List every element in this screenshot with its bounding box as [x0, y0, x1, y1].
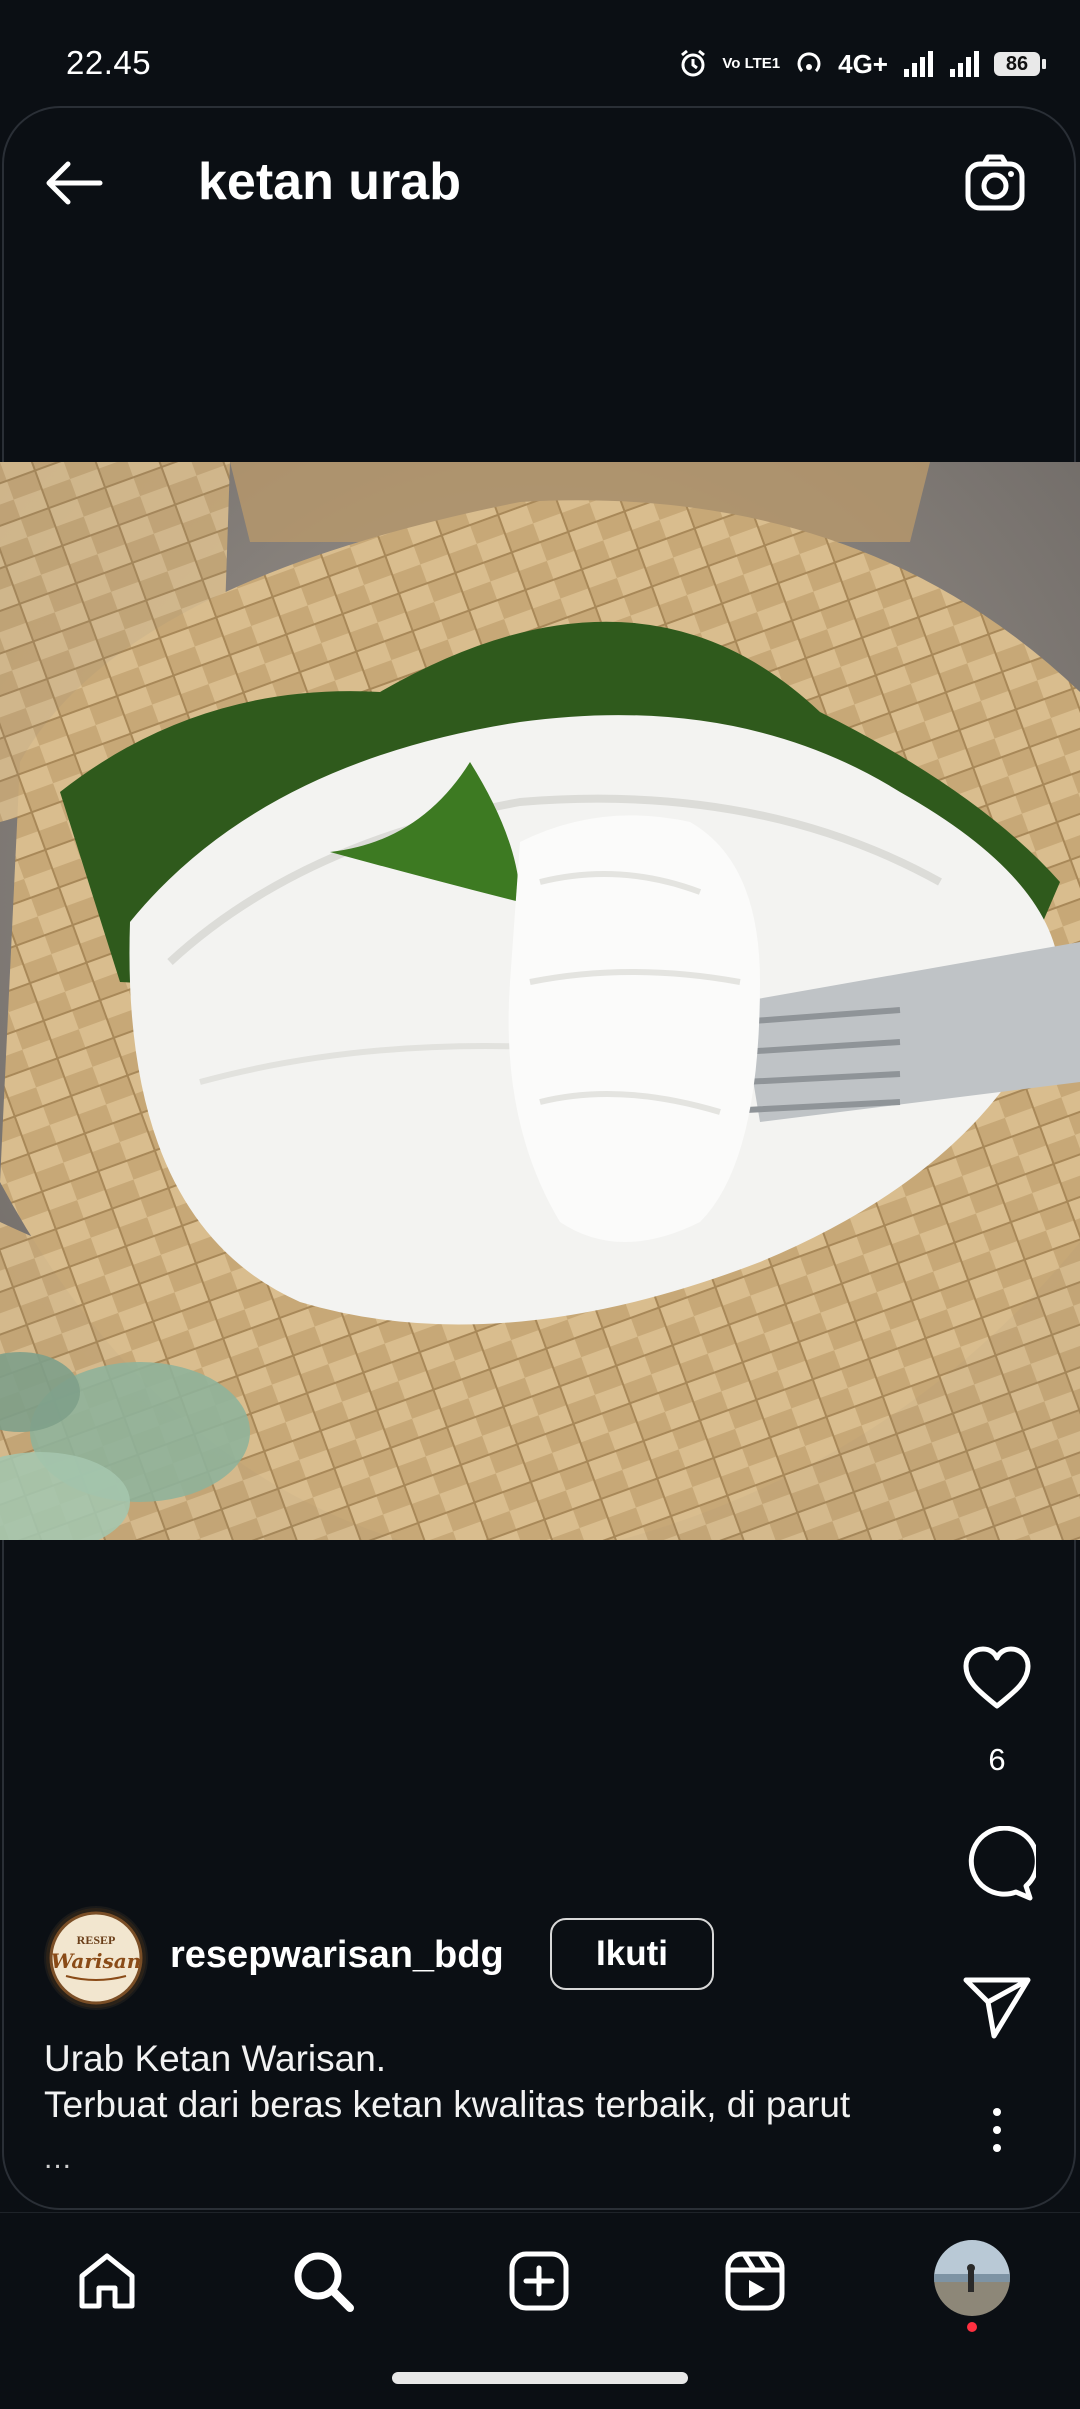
status-icons: Vo LTE1 4G+ 86	[678, 44, 1046, 84]
author-avatar-logo: RESEP Warisan	[46, 1908, 146, 2008]
alarm-icon	[681, 49, 706, 77]
hotspot-icon	[797, 52, 821, 73]
author-avatar[interactable]: RESEP Warisan	[44, 1906, 148, 2010]
caption-line-2: Terbuat dari beras ketan kwalitas terbai…	[44, 2084, 851, 2125]
signal-icon-2	[950, 51, 979, 77]
signal-icon	[904, 51, 933, 77]
more-vertical-icon	[993, 2108, 1001, 2152]
profile-avatar	[934, 2240, 1010, 2316]
notification-dot	[967, 2322, 977, 2332]
battery-indicator: 86	[994, 52, 1046, 76]
post-caption[interactable]: Urab Ketan Warisan. Terbuat dari beras k…	[44, 2036, 964, 2128]
camera-button[interactable]	[962, 150, 1028, 216]
back-button[interactable]	[40, 148, 110, 218]
caption-line-1: Urab Ketan Warisan.	[44, 2038, 387, 2079]
nav-profile[interactable]	[934, 2240, 1010, 2316]
send-icon	[963, 1977, 1031, 2039]
heart-icon	[963, 1646, 1031, 1709]
volte-icon: Vo LTE1	[722, 55, 781, 72]
share-button[interactable]	[960, 1972, 1034, 2042]
svg-text:RESEP: RESEP	[77, 1933, 116, 1947]
status-time: 22.45	[66, 44, 152, 81]
nav-reels[interactable]	[710, 2236, 800, 2326]
home-icon	[79, 2253, 135, 2309]
nav-home[interactable]	[62, 2236, 152, 2326]
camera-icon	[965, 154, 1025, 211]
svg-text:Warisan: Warisan	[51, 1949, 142, 1973]
home-indicator[interactable]	[392, 2372, 688, 2384]
page-title: ketan urab	[198, 153, 461, 211]
like-button[interactable]	[960, 1644, 1034, 1712]
author-username[interactable]: resepwarisan_bdg	[170, 1934, 504, 1977]
reels-icon	[725, 2251, 785, 2311]
search-icon	[294, 2252, 354, 2312]
comment-icon	[968, 1825, 1040, 1901]
post-photo[interactable]	[0, 462, 1080, 1540]
post-photo-illustration	[0, 462, 1080, 1540]
nav-create[interactable]	[494, 2236, 584, 2326]
nav-search[interactable]	[278, 2236, 368, 2326]
comment-button[interactable]	[958, 1825, 1040, 1904]
like-count[interactable]: 6	[960, 1742, 1034, 1778]
follow-button[interactable]: Ikuti	[550, 1918, 714, 1990]
network-type: 4G+	[838, 48, 888, 79]
caption-more[interactable]: ...	[44, 2142, 72, 2176]
arrow-left-icon	[46, 161, 103, 205]
create-icon	[509, 2251, 569, 2311]
more-options-button[interactable]	[982, 2106, 1012, 2154]
